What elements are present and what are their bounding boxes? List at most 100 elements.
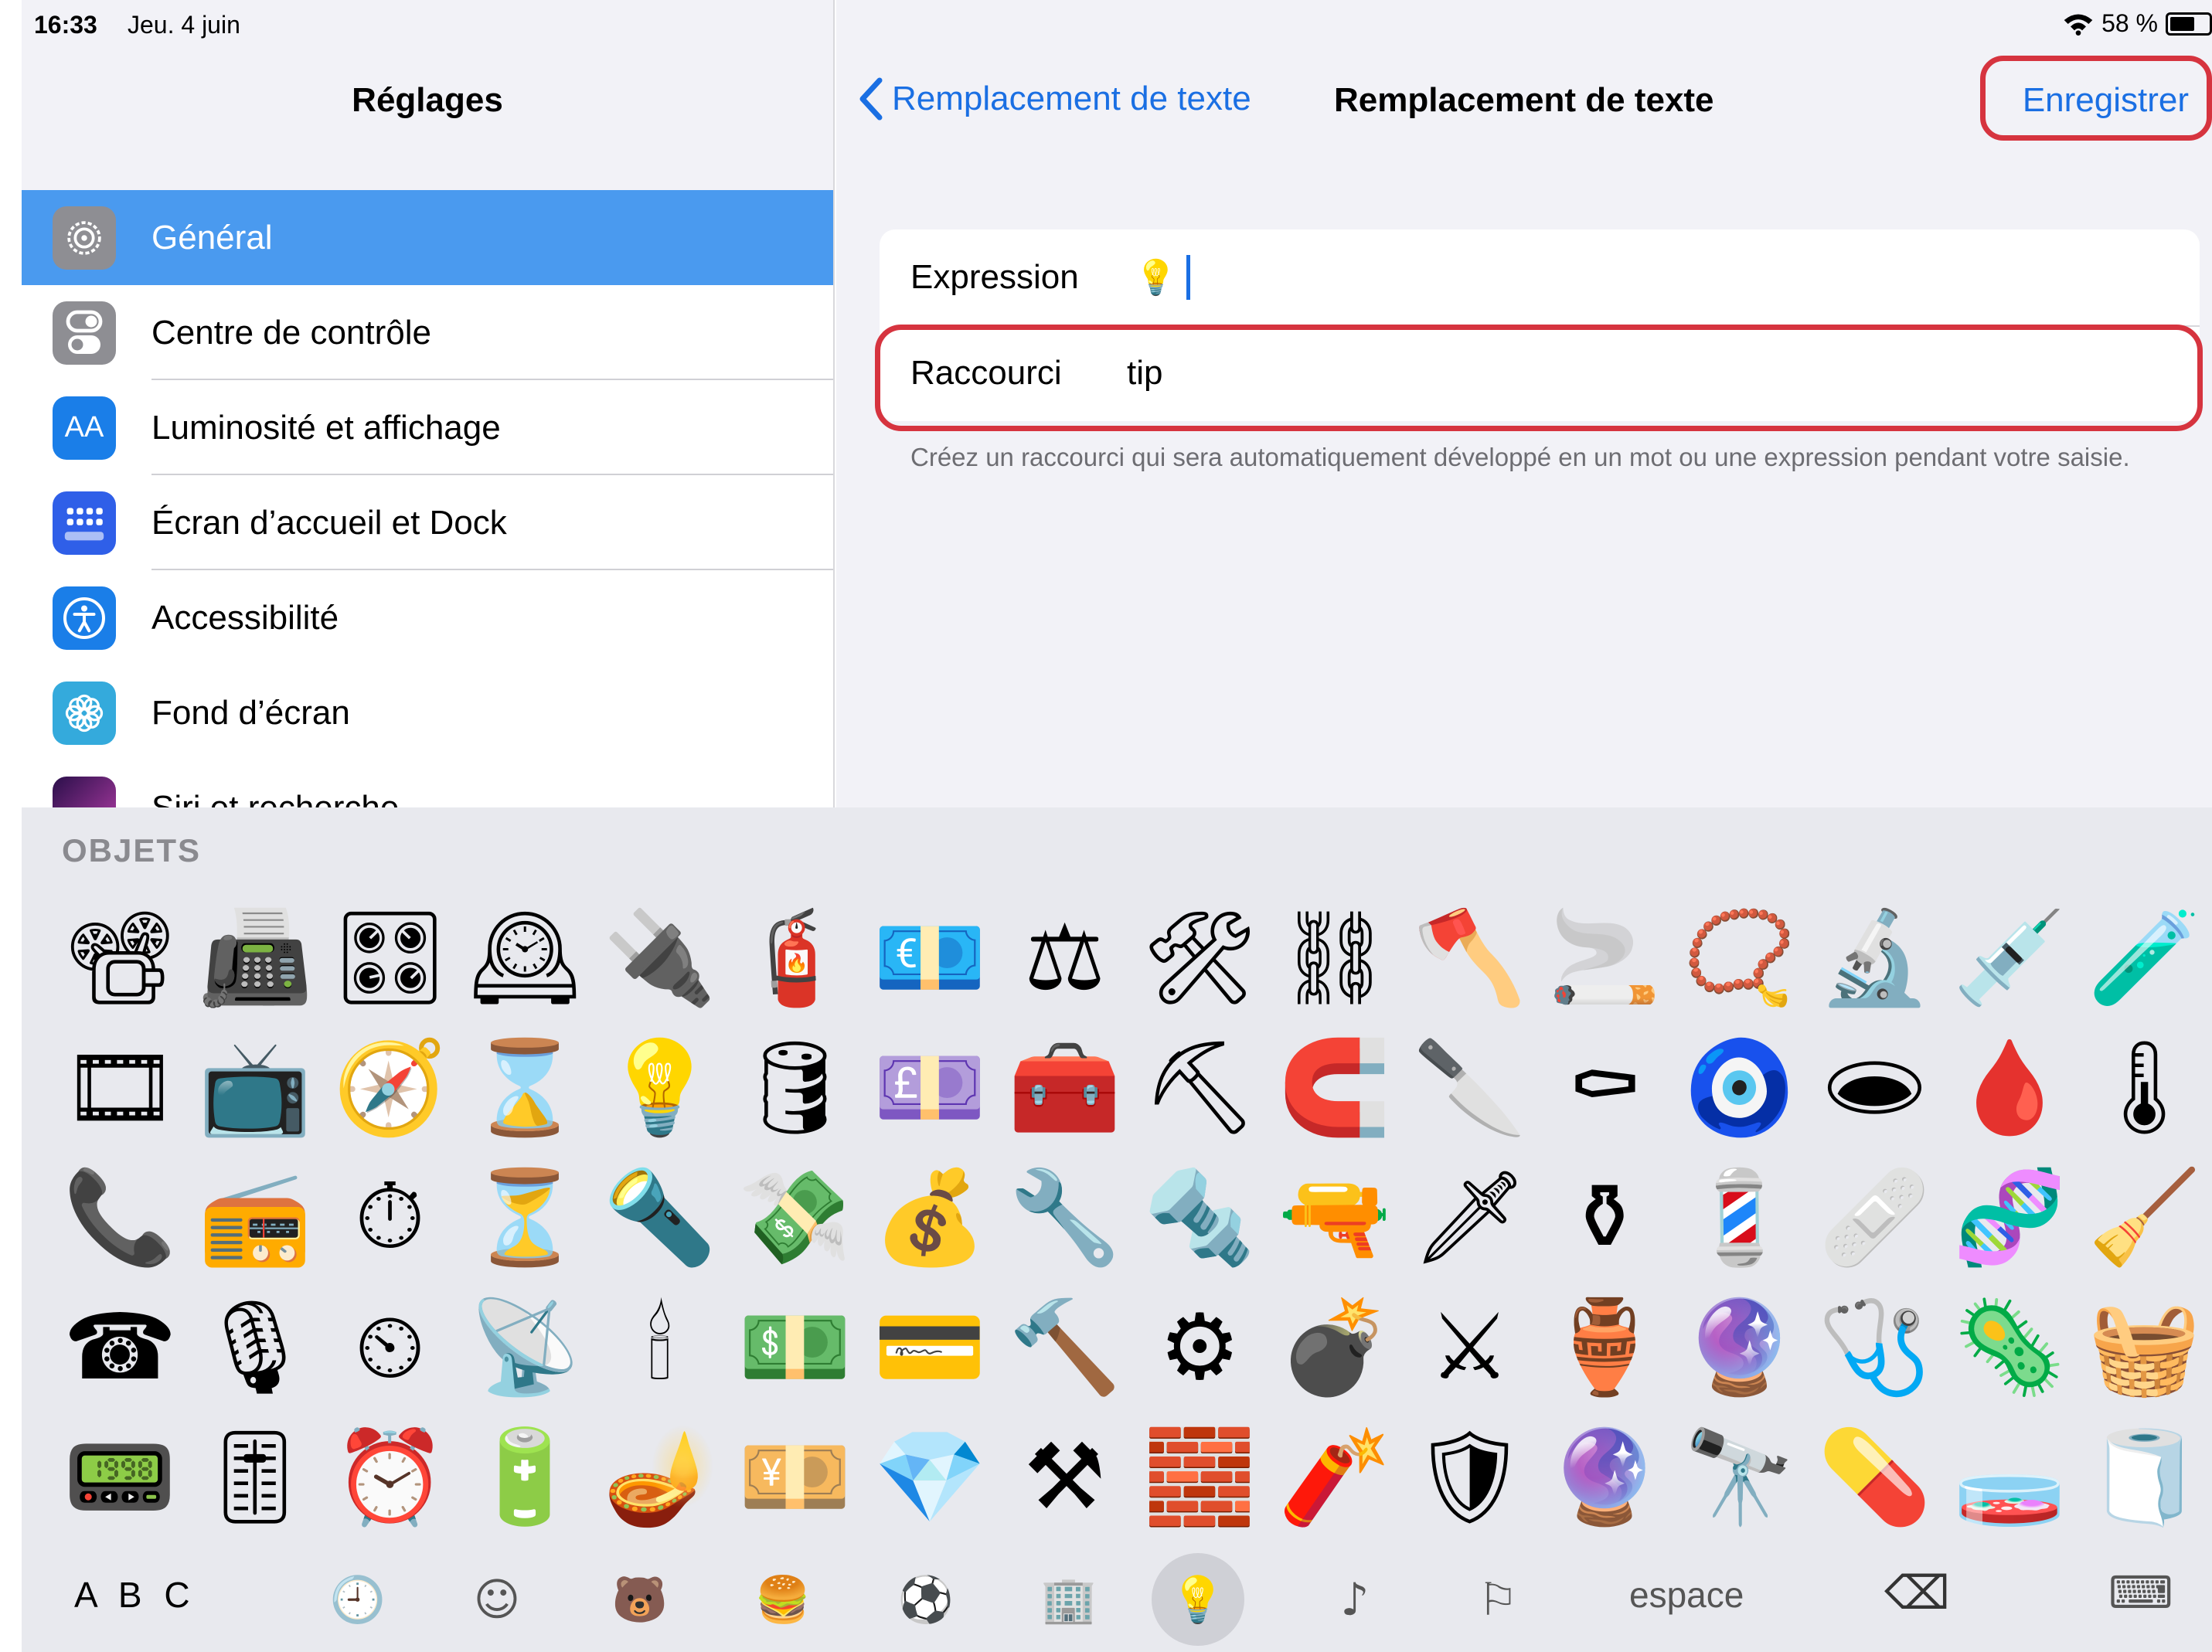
emoji-key[interactable]: 🧨 bbox=[1268, 1412, 1403, 1542]
emoji-key[interactable]: 🔧 bbox=[997, 1152, 1132, 1282]
delete-key-icon[interactable]: ⌫ bbox=[1884, 1566, 1950, 1620]
emoji-key[interactable]: 🔪 bbox=[1402, 1022, 1537, 1152]
emoji-key[interactable]: 📞 bbox=[53, 1152, 188, 1282]
emoji-key[interactable]: 🩹 bbox=[1807, 1152, 1942, 1282]
emoji-key[interactable]: 🦠 bbox=[1942, 1282, 2078, 1412]
emoji-key[interactable]: 💴 bbox=[727, 1412, 863, 1542]
keyboard-dismiss-icon[interactable]: ⌨ bbox=[2108, 1566, 2173, 1619]
emoji-key[interactable]: 💰 bbox=[863, 1152, 998, 1282]
emoji-key[interactable]: 🩺 bbox=[1807, 1282, 1942, 1412]
emoji-key[interactable]: 🕰 bbox=[458, 892, 593, 1022]
emoji-key[interactable]: 🔫 bbox=[1268, 1152, 1403, 1282]
emoji-key[interactable]: 🛢 bbox=[727, 1022, 863, 1152]
emoji-key[interactable]: 💈 bbox=[1673, 1152, 1808, 1282]
food-icon[interactable]: 🍔 bbox=[748, 1565, 818, 1634]
sidebar-item-general[interactable]: Général bbox=[22, 190, 833, 285]
space-key[interactable]: espace bbox=[1629, 1574, 1744, 1616]
phrase-field[interactable]: 💡 bbox=[1135, 255, 1190, 300]
emoji-key[interactable]: 🔩 bbox=[1132, 1152, 1268, 1282]
emoji-key[interactable]: 🗡 bbox=[1402, 1152, 1537, 1282]
emoji-key[interactable]: ⚔ bbox=[1402, 1282, 1537, 1412]
emoji-key[interactable]: 🔬 bbox=[1807, 892, 1942, 1022]
emoji-key[interactable]: 🧬 bbox=[1942, 1152, 2078, 1282]
emoji-key[interactable]: 📺 bbox=[188, 1022, 323, 1152]
sidebar-item-wallpaper[interactable]: Fond d’écran bbox=[22, 665, 833, 760]
sidebar-item-accessibility[interactable]: Accessibilité bbox=[22, 570, 833, 665]
emoji-key[interactable]: 🧪 bbox=[2077, 892, 2212, 1022]
emoji-key[interactable]: 🧲 bbox=[1268, 1022, 1403, 1152]
emoji-key[interactable]: ⚱ bbox=[1537, 1152, 1673, 1282]
sidebar-item-control-center[interactable]: Centre de contrôle bbox=[22, 285, 833, 380]
abc-key[interactable]: A B C bbox=[74, 1574, 196, 1616]
emoji-key[interactable]: 💳 bbox=[863, 1282, 998, 1412]
emoji-key[interactable]: 💊 bbox=[1807, 1412, 1942, 1542]
emoji-key[interactable]: 🧰 bbox=[997, 1022, 1132, 1152]
emoji-key[interactable]: 📡 bbox=[458, 1282, 593, 1412]
emoji-key[interactable]: 🎚 bbox=[188, 1412, 323, 1542]
emoji-key[interactable]: 💶 bbox=[863, 892, 998, 1022]
emoji-key[interactable]: ⚒ bbox=[997, 1412, 1132, 1542]
emoji-key[interactable]: 🛡 bbox=[1402, 1412, 1537, 1542]
animals-icon[interactable]: 🐻 bbox=[605, 1565, 675, 1634]
emoji-key[interactable]: 💷 bbox=[863, 1022, 998, 1152]
emoji-key[interactable]: 🌡 bbox=[2077, 1022, 2212, 1152]
back-button[interactable]: Remplacement de texte bbox=[859, 77, 1251, 121]
objects-icon[interactable]: 💡 bbox=[1152, 1553, 1244, 1646]
emoji-key[interactable]: 🎙 bbox=[188, 1282, 323, 1412]
emoji-key[interactable]: ⏰ bbox=[322, 1412, 458, 1542]
emoji-key[interactable]: 💸 bbox=[727, 1152, 863, 1282]
emoji-key[interactable]: 🔮 bbox=[1537, 1412, 1673, 1542]
emoji-key[interactable]: ⚖ bbox=[997, 892, 1132, 1022]
emoji-key[interactable]: 💉 bbox=[1942, 892, 2078, 1022]
emoji-key[interactable]: ⚙ bbox=[1132, 1282, 1268, 1412]
emoji-key[interactable]: ⛏ bbox=[1132, 1022, 1268, 1152]
emoji-key[interactable]: 🪓 bbox=[1402, 892, 1537, 1022]
sidebar-item-siri[interactable]: Siri et recherche bbox=[22, 760, 833, 807]
emoji-key[interactable]: 🔌 bbox=[593, 892, 728, 1022]
phrase-row[interactable]: Expression 💡 bbox=[880, 229, 2200, 325]
emoji-key[interactable]: 🏺 bbox=[1537, 1282, 1673, 1412]
emoji-key[interactable]: 🕳 bbox=[1807, 1022, 1942, 1152]
emoji-key[interactable]: ⌛ bbox=[458, 1022, 593, 1152]
emoji-key[interactable]: 🎞 bbox=[53, 1022, 188, 1152]
emoji-key[interactable]: 🔦 bbox=[593, 1152, 728, 1282]
emoji-key[interactable]: ⛓ bbox=[1268, 892, 1403, 1022]
recent-icon[interactable]: 🕘 bbox=[323, 1565, 393, 1634]
emoji-key[interactable]: 🛠 bbox=[1132, 892, 1268, 1022]
emoji-key[interactable]: 🎛 bbox=[322, 892, 458, 1022]
emoji-key[interactable]: 🧫 bbox=[1942, 1412, 2078, 1542]
sidebar-item-display[interactable]: AA Luminosité et affichage bbox=[22, 380, 833, 475]
emoji-key[interactable]: 🔭 bbox=[1673, 1412, 1808, 1542]
emoji-key[interactable]: 🧻 bbox=[2077, 1412, 2212, 1542]
symbols-icon[interactable]: ♪ bbox=[1320, 1565, 1390, 1634]
emoji-key[interactable]: 💵 bbox=[727, 1282, 863, 1412]
activity-icon[interactable]: ⚽ bbox=[891, 1565, 961, 1634]
emoji-key[interactable]: 🕯 bbox=[593, 1282, 728, 1412]
emoji-key[interactable]: ⏲ bbox=[322, 1282, 458, 1412]
emoji-key[interactable]: 📿 bbox=[1673, 892, 1808, 1022]
emoji-key[interactable]: 📠 bbox=[188, 892, 323, 1022]
emoji-key[interactable]: ⚰ bbox=[1537, 1022, 1673, 1152]
emoji-key[interactable]: 📟 bbox=[53, 1412, 188, 1542]
emoji-key[interactable]: 🧯 bbox=[727, 892, 863, 1022]
emoji-key[interactable]: 💎 bbox=[863, 1412, 998, 1542]
emoji-key[interactable]: 💡 bbox=[593, 1022, 728, 1152]
emoji-key[interactable]: ⏳ bbox=[458, 1152, 593, 1282]
emoji-key[interactable]: 🔮 bbox=[1673, 1282, 1808, 1412]
emoji-key[interactable]: 🔨 bbox=[997, 1282, 1132, 1412]
emoji-key[interactable]: 🧺 bbox=[2077, 1282, 2212, 1412]
travel-icon[interactable]: 🏢 bbox=[1034, 1565, 1104, 1634]
flags-icon[interactable]: ⚐ bbox=[1463, 1565, 1533, 1634]
emoji-key[interactable]: ☎ bbox=[53, 1282, 188, 1412]
smileys-icon[interactable]: ☺ bbox=[462, 1565, 532, 1634]
emoji-key[interactable]: 🩸 bbox=[1942, 1022, 2078, 1152]
emoji-key[interactable]: 📻 bbox=[188, 1152, 323, 1282]
emoji-key[interactable]: 🧿 bbox=[1673, 1022, 1808, 1152]
sidebar-item-home-screen[interactable]: Écran d’accueil et Dock bbox=[22, 475, 833, 570]
emoji-key[interactable]: 🚬 bbox=[1537, 892, 1673, 1022]
emoji-key[interactable]: 💣 bbox=[1268, 1282, 1403, 1412]
emoji-key[interactable]: 🧹 bbox=[2077, 1152, 2212, 1282]
emoji-key[interactable]: 🔋 bbox=[458, 1412, 593, 1542]
emoji-key[interactable]: ⏱ bbox=[322, 1152, 458, 1282]
emoji-key[interactable]: 🧭 bbox=[322, 1022, 458, 1152]
